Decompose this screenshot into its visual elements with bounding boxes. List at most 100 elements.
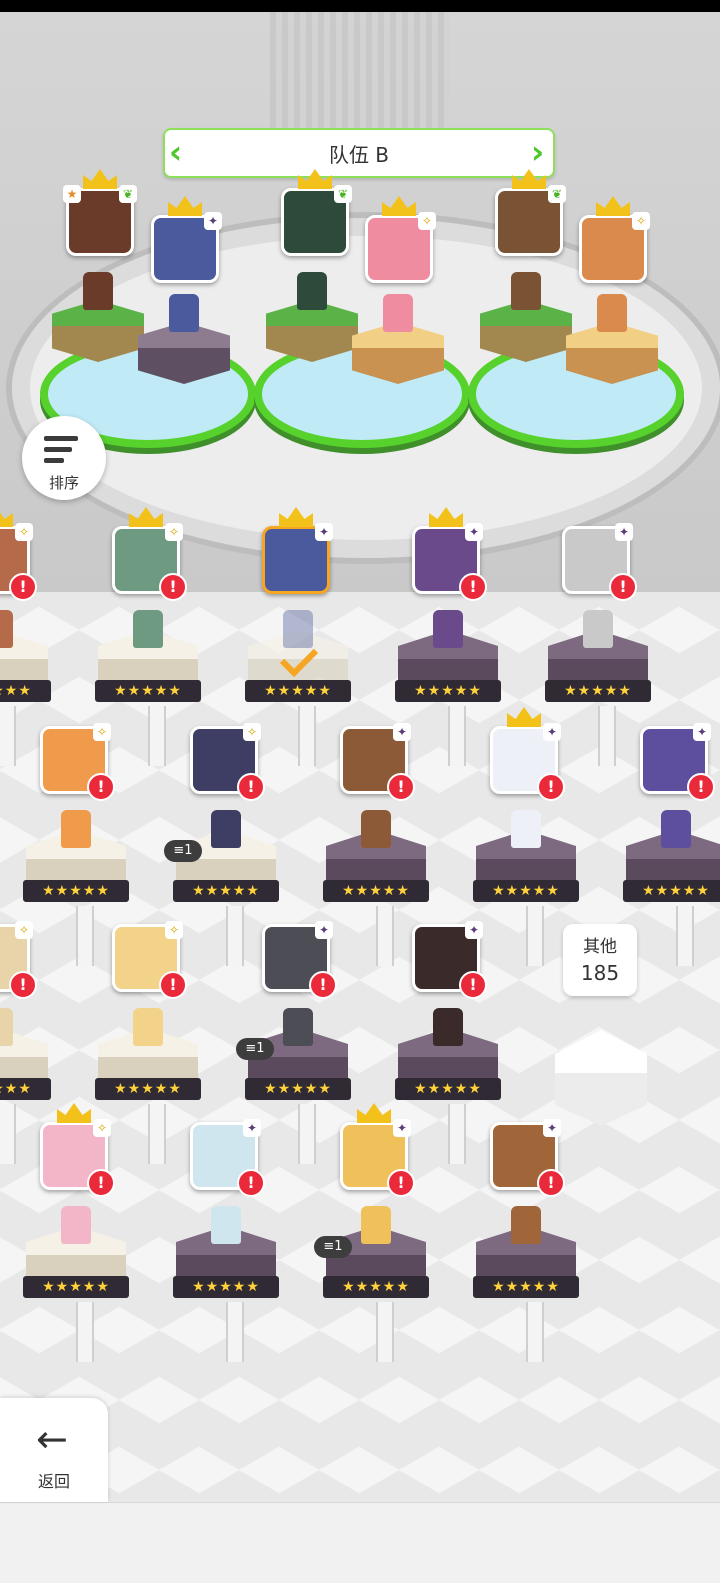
character-sprite — [511, 1206, 541, 1244]
character-sprite — [211, 810, 241, 848]
star-rating: ★★★★★ — [323, 1276, 429, 1298]
alert-icon: ! — [87, 773, 115, 801]
light-element-icon: ✧ — [15, 523, 33, 541]
star-rating: ★★★★★ — [395, 680, 501, 702]
alert-icon: ! — [237, 1169, 265, 1197]
character-portrait[interactable]: ✦! — [412, 507, 487, 601]
others-count: 185 — [580, 961, 620, 985]
team-member-portrait[interactable]: ❦ — [281, 169, 352, 256]
star-rating: ★★★★★ — [473, 880, 579, 902]
character-portrait[interactable]: ✦! — [190, 1119, 265, 1197]
team-title: 队伍 B — [328, 142, 390, 167]
character-sprite — [283, 610, 313, 648]
team-member-portrait[interactable]: ❦ — [495, 169, 566, 256]
star-rating: ★★★★★ — [95, 1078, 201, 1100]
character-sprite — [61, 1206, 91, 1244]
status-bar — [0, 0, 720, 12]
light-element-icon: ✧ — [418, 212, 436, 230]
character-portrait[interactable]: ✧! — [190, 723, 265, 801]
alert-icon: ! — [459, 573, 487, 601]
character-sprite — [61, 810, 91, 848]
back-button[interactable]: ← 返回 — [0, 1398, 108, 1502]
pedestal-pole — [448, 1104, 466, 1164]
character-portrait[interactable]: ✦! — [340, 1103, 415, 1197]
star-rating: ★★★★★ — [623, 880, 720, 902]
star-rating: ★★★★★ — [323, 880, 429, 902]
character-sprite — [211, 1206, 241, 1244]
crown-icon — [57, 1103, 91, 1123]
team-sprite — [83, 272, 113, 310]
sort-icon — [44, 436, 84, 466]
star-rating: ★★★★★ — [95, 680, 201, 702]
character-portrait[interactable]: ✦ — [262, 507, 333, 594]
team-member-portrait[interactable]: ✧ — [579, 196, 650, 283]
character-sprite — [283, 1008, 313, 1046]
duplicate-count-badge: ≡1 — [236, 1038, 274, 1060]
character-portrait[interactable]: ✦! — [640, 723, 715, 801]
team-member-portrait[interactable]: ❦ ★ — [63, 169, 137, 256]
alert-icon: ! — [9, 971, 37, 999]
pedestal-pole — [226, 906, 244, 966]
character-portrait[interactable]: ✧! — [112, 921, 187, 999]
character-portrait[interactable]: ✧! — [40, 723, 115, 801]
pedestal-pole — [676, 906, 694, 966]
dark-element-icon: ✦ — [615, 523, 633, 541]
pedestal-pole — [448, 706, 466, 766]
character-sprite — [361, 1206, 391, 1244]
pedestal-pole — [148, 706, 166, 766]
team-sprite — [383, 294, 413, 332]
team-sprite — [169, 294, 199, 332]
star-rating: ★★★★★ — [0, 680, 51, 702]
back-arrow-icon: ← — [36, 1417, 68, 1461]
light-element-icon: ✧ — [243, 723, 261, 741]
bottom-bar — [0, 1502, 720, 1583]
character-sprite — [0, 610, 13, 648]
team-edit-screen: ‹ 队伍 B › ❦★✦❦✧❦✧ 排序 ★★★★★✧!★★★★★✧!★★★★★✦… — [0, 0, 720, 1583]
character-portrait[interactable]: ✦! — [412, 921, 487, 999]
character-portrait[interactable]: ✦! — [340, 723, 415, 801]
alert-icon: ! — [687, 773, 715, 801]
alert-icon: ! — [9, 573, 37, 601]
star-rating: ★★★★★ — [0, 1078, 51, 1100]
character-portrait[interactable]: ✧! — [112, 507, 187, 601]
character-portrait[interactable]: ✦! — [490, 707, 565, 801]
light-element-icon: ✧ — [165, 921, 183, 939]
star-rating: ★★★★★ — [23, 880, 129, 902]
pedestal-pole — [298, 1104, 316, 1164]
pedestal-pole — [0, 1104, 16, 1164]
dark-element-icon: ✦ — [393, 723, 411, 741]
pedestal-pole — [526, 906, 544, 966]
dark-element-icon: ✦ — [393, 1119, 411, 1137]
others-counter[interactable]: 其他 185 — [563, 924, 637, 996]
dark-element-icon: ✦ — [315, 523, 333, 541]
light-element-icon: ✧ — [165, 523, 183, 541]
character-portrait[interactable]: ✦! — [490, 1119, 565, 1197]
light-element-icon: ✧ — [93, 723, 111, 741]
character-sprite — [583, 610, 613, 648]
character-portrait[interactable]: ✦! — [262, 921, 337, 999]
next-team-icon[interactable]: › — [531, 134, 549, 170]
sort-button[interactable]: 排序 — [22, 416, 106, 500]
crown-icon — [507, 707, 541, 727]
character-portrait[interactable]: ✦! — [562, 523, 637, 601]
character-portrait[interactable]: ✧! — [0, 507, 37, 601]
team-member-portrait[interactable]: ✧ — [365, 196, 436, 283]
character-sprite — [133, 610, 163, 648]
character-portrait[interactable]: ✧! — [0, 921, 37, 999]
character-portrait[interactable]: ✧! — [40, 1103, 115, 1197]
character-sprite — [433, 1008, 463, 1046]
team-sprite — [297, 272, 327, 310]
team-member-portrait[interactable]: ✦ — [151, 196, 222, 283]
alert-icon: ! — [159, 573, 187, 601]
pedestal-pole — [376, 906, 394, 966]
character-sprite — [433, 610, 463, 648]
alert-icon: ! — [537, 773, 565, 801]
light-element-icon: ✧ — [93, 1119, 111, 1137]
previous-team-icon[interactable]: ‹ — [169, 134, 187, 170]
others-label: 其他 — [583, 937, 617, 957]
alert-icon: ! — [609, 573, 637, 601]
pedestal-pole — [76, 906, 94, 966]
pedestal-pole — [298, 706, 316, 766]
dark-element-icon: ✦ — [465, 921, 483, 939]
alert-icon: ! — [387, 1169, 415, 1197]
